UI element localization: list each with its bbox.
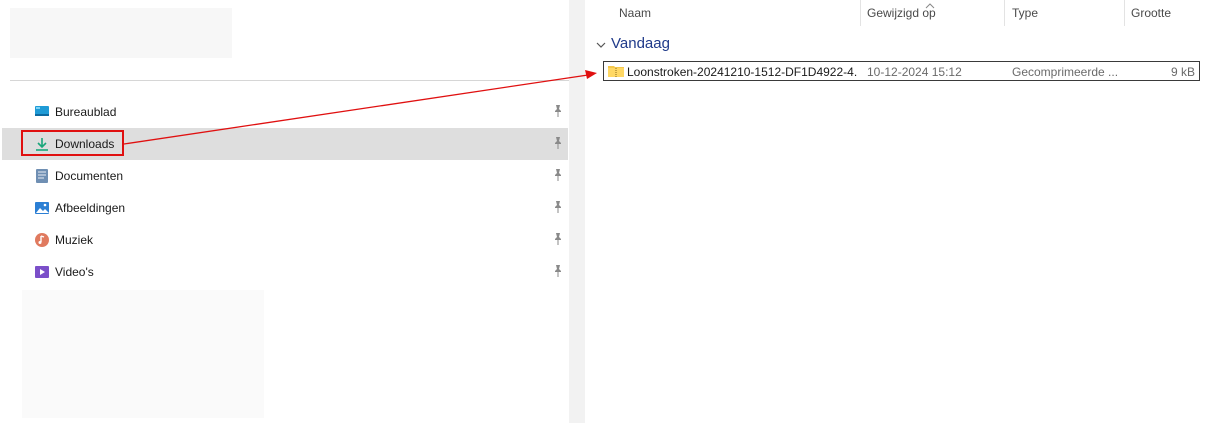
annotation-arrow — [123, 70, 597, 145]
